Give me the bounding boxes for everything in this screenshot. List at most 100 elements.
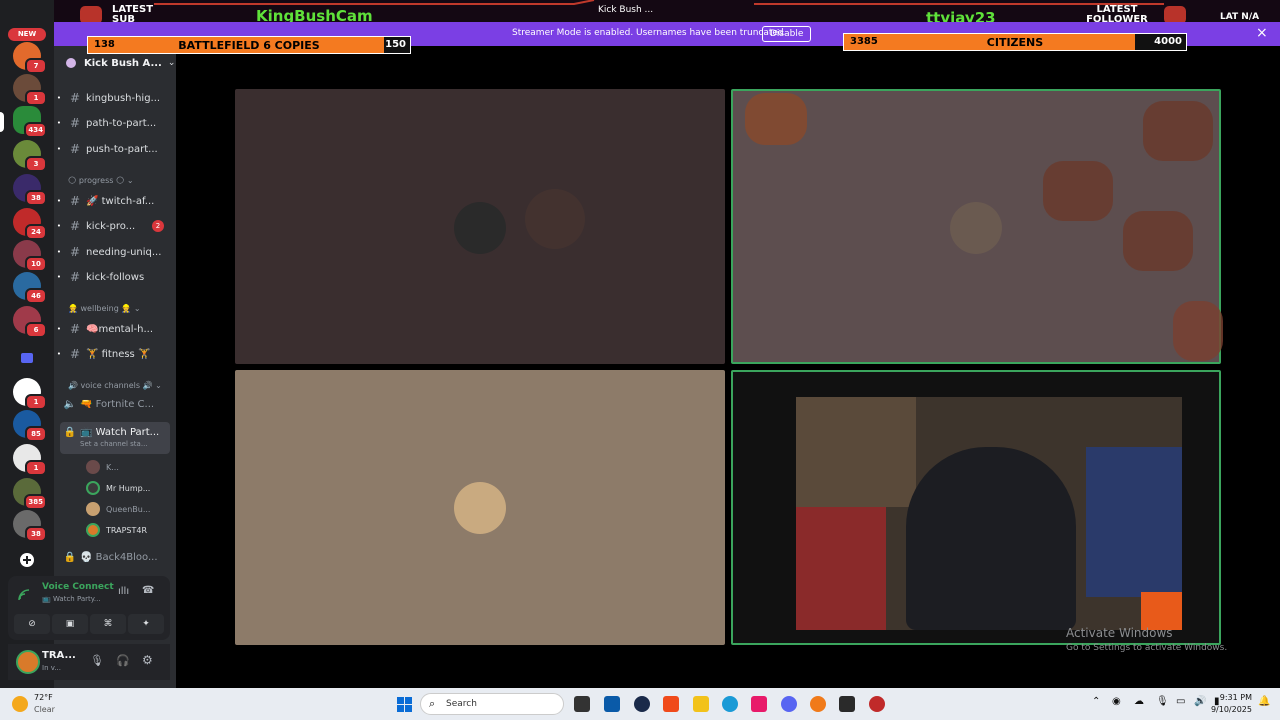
hash-icon: # [69, 245, 81, 259]
video-tile-speaking[interactable] [731, 89, 1223, 364]
server-icon[interactable]: 24 [13, 208, 47, 240]
voice-user[interactable]: K... [86, 460, 119, 474]
windows-start-icon[interactable] [397, 697, 412, 716]
unread-dot-icon: • [56, 94, 62, 102]
server-icon-kick[interactable]: 434 [13, 106, 47, 138]
server-icon[interactable]: 1 [13, 378, 47, 410]
disconnect-icon[interactable]: ☎ [142, 585, 154, 596]
weather-temp[interactable]: 72°F [34, 693, 53, 702]
channel-item[interactable]: • # 🏋 fitness 🏋 [54, 343, 176, 365]
game-app-icon[interactable] [869, 696, 885, 712]
channel-item[interactable]: • # kingbush-hig... [54, 87, 176, 109]
voice-status[interactable]: Voice Connect [42, 582, 114, 592]
screen-share-button[interactable]: ▣ [52, 614, 88, 634]
goal-bar-citizens: 3385 CITIZENS 4000 [843, 33, 1187, 51]
voice-channel-back4blood[interactable]: 🔒 💀 Back4Bloo... [60, 552, 170, 563]
server-icon[interactable]: 38 [13, 174, 47, 206]
channel-item[interactable]: • # kick-pro... 2 [54, 215, 176, 237]
server-icon[interactable]: 7 [13, 42, 47, 74]
voice-user[interactable]: Mr Hump... [86, 481, 150, 495]
channel-item[interactable]: • # 🚀 twitch-af... [54, 190, 176, 212]
task-view-icon[interactable] [574, 696, 590, 712]
channel-item[interactable]: • # kick-follows [54, 266, 176, 288]
channel-item[interactable]: • # 🧠mental-h... [54, 318, 176, 340]
notepad-icon[interactable] [604, 696, 620, 712]
firefox-icon[interactable] [810, 696, 826, 712]
notification-icon[interactable]: 🔔 [1258, 696, 1270, 707]
avatar [86, 481, 100, 495]
monkey-sprite [1173, 301, 1223, 361]
chevron-down-icon: ⌄ [167, 58, 176, 68]
goal-bar-battlefield: 138 BATTLEFIELD 6 COPIES 150 [87, 36, 411, 54]
clock-date[interactable]: 9/10/2025 [1200, 705, 1252, 714]
category-voice[interactable]: 🔊 voice channels 🔊 ⌄ [68, 381, 162, 390]
voice-channel-fortnite[interactable]: 🔈 🔫 Fortnite C... [60, 399, 170, 410]
chevron-down-icon: ⌄ [126, 176, 134, 185]
hash-icon: # [69, 116, 81, 130]
server-icon[interactable]: 1 [13, 444, 47, 476]
server-icon[interactable]: 85 [13, 410, 47, 442]
headphones-icon[interactable]: 🎧 [116, 654, 130, 667]
channel-item[interactable]: • # path-to-part... [54, 112, 176, 134]
server-icon[interactable]: 46 [13, 272, 47, 304]
server-icon[interactable]: 385 [13, 478, 47, 510]
monkey-sprite [1143, 101, 1213, 161]
voice-user[interactable]: QueenBu... [86, 502, 150, 516]
gear-icon[interactable]: ⚙ [142, 653, 153, 667]
participant-avatar [950, 202, 1002, 254]
channel-item[interactable]: • # push-to-part... [54, 138, 176, 160]
server-icon[interactable]: 6 [13, 306, 47, 338]
unread-dot-icon: • [56, 325, 62, 333]
close-icon[interactable]: × [1256, 25, 1268, 41]
screen: NEW 7 1 434 3 38 24 10 46 6 1 85 1 385 3… [0, 0, 1280, 720]
category-wellbeing[interactable]: 👷 wellbeing 👷 ⌄ [68, 304, 141, 313]
server-icon[interactable]: 38 [13, 510, 47, 542]
voice-channel-link[interactable]: 📺 Watch Party... [42, 595, 101, 603]
network-icon[interactable]: ▭ [1176, 696, 1185, 707]
video-tile-webcam[interactable] [731, 370, 1221, 645]
weather-desc[interactable]: Clear [34, 705, 55, 714]
chevron-down-icon: ⌄ [155, 381, 162, 390]
add-server-icon[interactable] [13, 546, 41, 574]
window-title: Kick Bush ... [598, 5, 654, 15]
unread-dot-icon: • [56, 273, 62, 281]
server-icon[interactable]: 1 [13, 74, 47, 106]
clock-time[interactable]: 9:31 PM [1212, 693, 1252, 702]
camera-off-button[interactable]: ⊘ [14, 614, 50, 634]
tiktok-icon[interactable] [751, 696, 767, 712]
activity-button[interactable]: ⌘ [90, 614, 126, 634]
disable-streamer-mode-button[interactable]: Disable [762, 26, 812, 42]
folder-icon[interactable] [13, 344, 41, 372]
taskbar: 72°F Clear ⌕ Search ⌃ ◉ ☁ 🎙 ▭ 🔊 ▮ 9:31 P… [0, 688, 1280, 720]
chevron-up-icon[interactable]: ⌃ [1092, 696, 1100, 707]
microphone-icon[interactable]: 🎙 [90, 654, 104, 667]
steam-icon[interactable] [634, 696, 650, 712]
file-explorer-icon[interactable] [693, 696, 709, 712]
category-progress[interactable]: 🌕 progress 🌕 ⌄ [68, 176, 134, 185]
activate-windows-watermark: Activate Windows Go to Settings to activ… [1066, 626, 1228, 653]
noise-suppression-icon[interactable]: ıllı [118, 586, 129, 597]
moon-icon[interactable] [12, 696, 28, 712]
voice-channel-watch-party[interactable]: 🔒 📺 Watch Part... Set a channel sta... [60, 422, 170, 454]
hash-icon: # [69, 91, 81, 105]
video-tile[interactable] [235, 89, 725, 364]
channel-status[interactable]: Set a channel sta... [80, 440, 159, 448]
discord-icon[interactable] [781, 696, 797, 712]
cloud-icon[interactable]: ☁ [1134, 696, 1144, 707]
avatar[interactable] [16, 650, 40, 674]
steam-tray-icon[interactable]: ◉ [1112, 696, 1121, 707]
server-icon[interactable]: 10 [13, 240, 47, 272]
person [906, 447, 1076, 630]
server-icon[interactable]: 3 [13, 140, 47, 172]
unread-dot-icon: • [56, 222, 62, 230]
video-tile[interactable] [235, 370, 725, 645]
voice-user[interactable]: TRAPST4R [86, 523, 147, 537]
soundboard-button[interactable]: ✦ [128, 614, 164, 634]
hash-icon: # [69, 270, 81, 284]
channel-item[interactable]: • # needing-uniq... [54, 241, 176, 263]
microphone-tray-icon[interactable]: 🎙 [1156, 696, 1169, 707]
brave-icon[interactable] [663, 696, 679, 712]
nvidia-icon[interactable] [839, 696, 855, 712]
search-box[interactable]: ⌕ Search [420, 693, 564, 715]
edge-icon[interactable] [722, 696, 738, 712]
